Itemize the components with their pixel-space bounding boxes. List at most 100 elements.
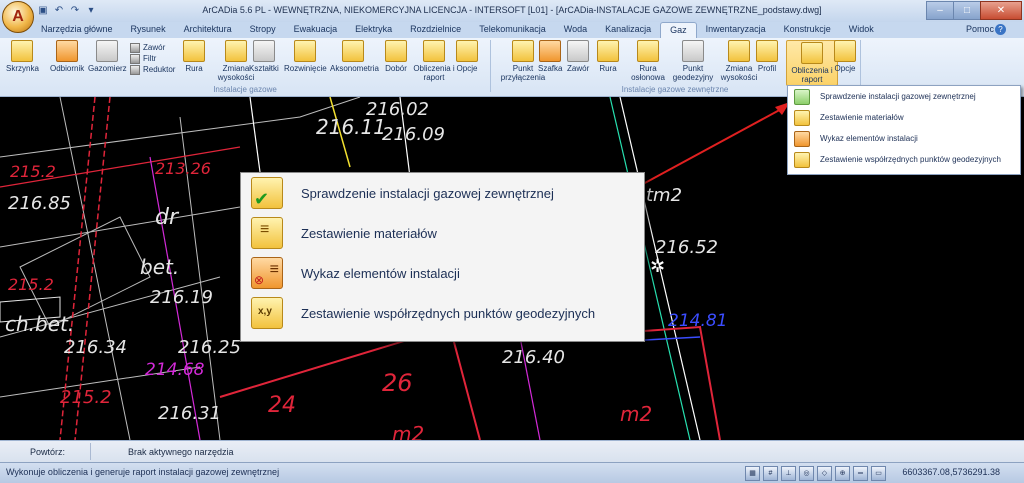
ortho-icon[interactable]: ⊥	[781, 466, 796, 481]
ribbon-tabs: Narzędzia główne Rysunek Architektura Strop…	[32, 22, 883, 38]
ribbon-button-buttons2-5[interactable]: Punkt geodezyjny	[670, 40, 716, 82]
menu-item-elements[interactable]: ⊗ ≡ Wykaz elementów instalacji	[241, 253, 644, 293]
osnap-icon[interactable]: ◇	[817, 466, 832, 481]
close-button[interactable]: ✕	[980, 1, 1022, 20]
app-menu-button[interactable]: A	[2, 1, 34, 33]
receiver-icon	[56, 40, 79, 62]
ribbon-button-buttons2-4[interactable]: Rura osłonowa	[625, 40, 671, 82]
height-change-icon	[225, 40, 247, 62]
tab-13[interactable]: Widok	[840, 22, 883, 37]
tab-4[interactable]: Ewakuacja	[285, 22, 347, 37]
reducer-icon	[130, 64, 140, 75]
help-menu[interactable]: Pomoc	[966, 24, 994, 34]
cad-label: 214.68	[145, 360, 205, 380]
ribbon-button-buttons1-1[interactable]: Odbiornik	[50, 40, 84, 73]
status-message: Wykonuje obliczenia i generuje raport in…	[6, 467, 280, 477]
model-icon[interactable]: ▭	[871, 466, 886, 481]
grid-icon[interactable]: #	[763, 466, 778, 481]
cad-label: tm2	[646, 185, 683, 206]
valve-icon	[567, 40, 590, 62]
menu-item-check-install[interactable]: ✔ Sprawdzenie instalacji gazowej zewnętr…	[241, 173, 644, 213]
tab-7[interactable]: Telekomunikacja	[470, 22, 555, 37]
options-icon	[456, 40, 478, 62]
coordinates-icon: x,y	[251, 297, 283, 329]
cad-label: 216.40	[502, 347, 565, 368]
ribbon-button-buttons1-6[interactable]: Rozwinięcie	[284, 40, 327, 73]
command-bar: Powtórz: Brak aktywnego narzędzia	[0, 440, 1024, 463]
filter-icon	[130, 53, 140, 64]
snap-icon[interactable]: ▦	[745, 466, 760, 481]
ribbon-button-buttons2-8[interactable]: Obliczenia i raport	[786, 40, 838, 86]
ribbon-button-buttons2-2[interactable]: Zawór	[567, 40, 589, 73]
tab-1[interactable]: Rysunek	[122, 22, 175, 37]
tab-0[interactable]: Narzędzia główne	[32, 22, 122, 37]
small-tool-label: Reduktor	[143, 65, 176, 74]
selection-icon	[385, 40, 407, 62]
small-tool-reducer[interactable]: Reduktor	[130, 64, 175, 75]
ribbon-button-label: Rura	[185, 64, 203, 73]
tab-2[interactable]: Architektura	[175, 22, 241, 37]
menu-item-materials[interactable]: Zestawienie materiałów	[788, 107, 1020, 128]
menu-item-coordinates[interactable]: x,y Zestawienie współrzędnych punktów ge…	[241, 293, 644, 333]
ribbon-button-label: Obliczenia i raport	[413, 64, 455, 82]
cad-label: 24	[268, 393, 296, 418]
cursor-coordinates: 6603367.08,5736291.38	[902, 467, 1000, 477]
tab-6[interactable]: Rozdzielnice	[401, 22, 470, 37]
valve-icon	[130, 42, 140, 53]
tab-11[interactable]: Inwentaryzacja	[697, 22, 775, 37]
menu-item-materials[interactable]: ≡ Zestawienie materiałów	[241, 213, 644, 253]
ribbon-button-buttons2-1[interactable]: Szafka	[538, 40, 562, 73]
menu-item-label: Wykaz elementów instalacji	[301, 265, 460, 281]
tab-12[interactable]: Konstrukcje	[775, 22, 840, 37]
ribbon-button-buttons1-9[interactable]: Obliczenia i raport	[411, 40, 457, 82]
repeat-label: Powtórz:	[30, 447, 66, 457]
gas-meter-icon	[96, 40, 119, 62]
minimize-button[interactable]: –	[926, 1, 954, 20]
tab-5[interactable]: Elektryka	[346, 22, 401, 37]
ribbon-button-buttons1-5[interactable]: Kształtki	[249, 40, 279, 73]
menu-item-coordinates[interactable]: Zestawienie współrzędnych punktów geodez…	[788, 149, 1020, 170]
lineweight-icon[interactable]: ═	[853, 466, 868, 481]
menu-item-elements[interactable]: Wykaz elementów instalacji	[788, 128, 1020, 149]
ribbon-button-buttons1-3[interactable]: Rura	[183, 40, 205, 73]
small-tool-filter[interactable]: Filtr	[130, 53, 175, 64]
callout-arrow	[642, 106, 786, 185]
maximize-button[interactable]: □	[953, 1, 981, 20]
calc-report-dropdown-magnified: ✔ Sprawdzenie instalacji gazowej zewnętr…	[240, 172, 645, 342]
cad-label: 216.09	[382, 124, 445, 145]
cad-label: 216.19	[150, 287, 213, 308]
active-tool-status: Brak aktywnego narzędzia	[128, 447, 234, 457]
tab-8[interactable]: Woda	[555, 22, 596, 37]
ribbon-button-buttons1-8[interactable]: Dobór	[385, 40, 407, 73]
small-tool-valve[interactable]: Zawór	[130, 42, 175, 53]
ribbon-button-buttons2-3[interactable]: Rura	[597, 40, 619, 73]
cad-label: 26	[382, 369, 413, 397]
ribbon-button-buttons1-0[interactable]: Skrzynka	[6, 40, 39, 73]
ribbon-button-label: Opcje	[456, 64, 478, 73]
cad-label: bet.	[140, 255, 180, 279]
menu-item-check-install[interactable]: Sprawdzenie instalacji gazowej zewnętrzn…	[788, 86, 1020, 107]
tab-10[interactable]: Gaz	[660, 22, 697, 38]
ribbon-button-label: Dobór	[385, 64, 407, 73]
small-tool-label: Zawór	[143, 43, 166, 52]
ribbon-button-buttons2-7[interactable]: Profil	[756, 40, 778, 73]
cad-label: 215.2	[10, 162, 56, 181]
help-icon[interactable]: ?	[995, 24, 1006, 35]
unfold-icon	[294, 40, 317, 62]
cad-label: 216.02	[366, 99, 429, 120]
title-bar: ▣ ↶ ↷ ▾ ArCADia 5.6 PL - WEWNĘTRZNA, NIE…	[0, 0, 1024, 23]
app-logo-letter: A	[12, 8, 24, 25]
ribbon-button-buttons1-7[interactable]: Aksonometria	[330, 40, 379, 73]
ribbon-button-buttons2-9[interactable]: Opcje	[834, 40, 856, 73]
materials-list-icon: ≡	[251, 217, 283, 249]
polar-icon[interactable]: ◎	[799, 466, 814, 481]
cad-label: ch.bet.	[5, 312, 75, 336]
track-icon[interactable]: ⊕	[835, 466, 850, 481]
tab-9[interactable]: Kanalizacja	[596, 22, 660, 37]
tab-3[interactable]: Stropy	[241, 22, 285, 37]
calc-report-icon	[801, 42, 823, 64]
ribbon-button-label: Rura osłonowa	[631, 64, 665, 82]
box-icon	[11, 40, 34, 62]
ribbon-button-buttons1-2[interactable]: Gazomierz	[88, 40, 127, 73]
ribbon-button-buttons1-10[interactable]: Opcje	[456, 40, 478, 73]
